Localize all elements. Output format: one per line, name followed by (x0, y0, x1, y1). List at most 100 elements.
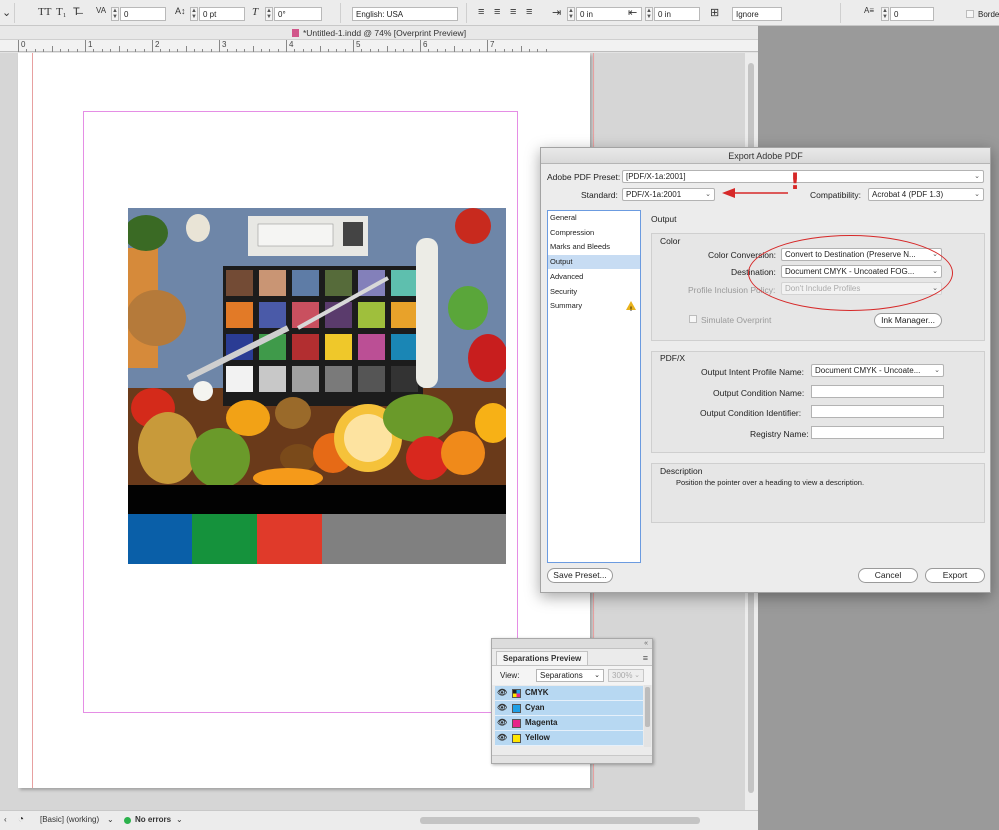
output-condition-name-label: Output Condition Name: (713, 388, 805, 398)
ruler-tick (286, 40, 287, 52)
eye-icon[interactable]: 👁 (497, 731, 507, 745)
chevron-down-icon[interactable]: ⌄ (107, 811, 114, 829)
nav-item-security[interactable]: Security (548, 285, 640, 299)
separator (840, 3, 841, 23)
output-condition-identifier-label: Output Condition Identifier: (700, 408, 802, 418)
save-preset-button[interactable]: Save Preset... (547, 568, 613, 583)
ruler-minor-tick (244, 49, 246, 52)
preset-select[interactable]: [PDF/X-1a:2001] ⌄ (622, 170, 984, 183)
all-caps-icon[interactable]: TT (38, 6, 51, 18)
subscript-icon[interactable]: T₁ (56, 6, 67, 18)
skew-stepper[interactable]: ▲ ▼ (265, 7, 273, 21)
align-left-icon[interactable]: ≡ (478, 6, 484, 18)
output-intent-select[interactable]: Document CMYK - Uncoate... ⌄ (811, 364, 944, 377)
document-tab[interactable]: *Untitled-1.indd @ 74% [Overprint Previe… (0, 26, 758, 40)
panel-collapse-bar[interactable]: « (492, 639, 652, 649)
dropdown-chevron-icon[interactable]: ⌄ (2, 6, 11, 19)
right-indent-input[interactable]: 0 in (654, 7, 700, 21)
standard-select[interactable]: PDF/X-1a:2001 ⌄ (622, 188, 715, 201)
ruler-minor-tick (361, 49, 363, 52)
annotation-ellipse (748, 235, 953, 311)
separator (340, 3, 341, 23)
page-nav-arrow-icon[interactable]: ‹ (4, 811, 7, 829)
hyphenation-select[interactable]: Ignore (732, 7, 782, 21)
left-indent-stepper[interactable]: ▲ ▼ (567, 7, 575, 21)
separator (14, 3, 15, 23)
skew-icon: T (252, 6, 259, 18)
eye-icon[interactable]: 👁 (497, 701, 507, 715)
chevron-down-icon: ⌄ (594, 672, 600, 679)
left-indent-icon: ⇥ (552, 7, 562, 19)
nav-item-label: Output (550, 257, 573, 267)
separation-item-yellow[interactable]: 👁 Yellow (495, 731, 643, 746)
ruler-minor-tick (269, 49, 271, 52)
columns-input[interactable]: 0 (890, 7, 934, 21)
ruler-minor-tick (528, 49, 530, 52)
separation-item-cyan[interactable]: 👁 Cyan (495, 701, 643, 716)
align-center-icon[interactable]: ≡ (494, 6, 500, 18)
ruler-minor-tick (378, 49, 380, 52)
border-label: Border (978, 10, 999, 19)
ruler-minor-tick (76, 49, 78, 52)
output-condition-identifier-input[interactable] (811, 405, 944, 418)
ruler-minor-tick (101, 49, 103, 52)
ruler-minor-tick (319, 46, 321, 52)
ruler-minor-tick (68, 49, 70, 52)
eye-icon[interactable]: 👁 (497, 716, 507, 730)
registry-name-input[interactable] (811, 426, 944, 439)
panel-tab-separations-preview[interactable]: Separations Preview (496, 651, 589, 665)
ruler-tick (152, 40, 153, 52)
separation-item-cmyk[interactable]: 👁 CMYK (495, 686, 643, 701)
skew-input[interactable]: 0° (274, 7, 322, 21)
right-indent-icon: ⇤ (628, 7, 638, 19)
control-bar: ⌄ TT T₁ T̶ VA ▲ ▼ 0 A↕ ▲ ▼ 0 pt T ▲ ▼ 0° En… (0, 0, 999, 26)
nav-item-marks-and-bleeds[interactable]: Marks and Bleeds (548, 240, 640, 254)
ruler-label: 2 (155, 40, 160, 49)
simulate-overprint-checkbox[interactable] (689, 315, 697, 323)
nav-item-general[interactable]: General (548, 211, 640, 225)
preflight-profile[interactable]: [Basic] (working) (40, 811, 99, 829)
separation-item-magenta[interactable]: 👁 Magenta (495, 716, 643, 731)
right-indent-stepper[interactable]: ▲ ▼ (645, 7, 653, 21)
export-button[interactable]: Export (925, 568, 985, 583)
chevron-down-icon[interactable]: ⌄ (176, 811, 183, 829)
view-select[interactable]: Separations ⌄ (536, 669, 604, 682)
ink-manager-button[interactable]: Ink Manager... (874, 313, 942, 328)
collapse-icon[interactable]: « (644, 640, 648, 647)
ruler-label: 5 (356, 40, 361, 49)
panel-menu-icon[interactable]: ≡ (643, 653, 648, 663)
nav-item-output[interactable]: Output (548, 255, 640, 270)
placed-image-frame[interactable] (128, 208, 506, 564)
nav-item-compression[interactable]: Compression (548, 226, 640, 240)
ruler-minor-tick (503, 49, 505, 52)
border-checkbox[interactable] (966, 10, 974, 18)
language-select[interactable]: English: USA (352, 7, 458, 21)
separation-name: Magenta (525, 718, 558, 727)
eye-icon[interactable]: 👁 (497, 686, 507, 700)
justify-icon[interactable]: ≡ (526, 6, 532, 18)
strikethrough-icon[interactable]: T̶ (73, 6, 80, 18)
align-right-icon[interactable]: ≡ (510, 6, 516, 18)
ruler-minor-tick (478, 49, 480, 52)
baseline-shift-stepper[interactable]: ▲ ▼ (190, 7, 198, 21)
columns-stepper[interactable]: ▲ ▼ (881, 7, 889, 21)
tracking-input[interactable]: 0 (120, 7, 166, 21)
cancel-button[interactable]: Cancel (858, 568, 918, 583)
baseline-shift-input[interactable]: 0 pt (199, 7, 245, 21)
nav-item-advanced[interactable]: Advanced (548, 270, 640, 284)
ruler-minor-tick (193, 49, 195, 52)
horizontal-scrollbar[interactable] (420, 817, 700, 824)
scroll-thumb[interactable] (645, 687, 650, 727)
output-condition-name-input[interactable] (811, 385, 944, 398)
panel-resize-bar[interactable] (492, 755, 652, 763)
zoom-select[interactable]: 300% ⌄ (608, 669, 644, 682)
export-pdf-dialog: Export Adobe PDF Adobe PDF Preset: [PDF/… (540, 147, 991, 593)
ruler-tick (487, 40, 488, 52)
ruler-minor-tick (327, 49, 329, 52)
compatibility-label: Compatibility: (810, 190, 862, 200)
tracking-stepper[interactable]: ▲ ▼ (111, 7, 119, 21)
panel-scrollbar[interactable] (644, 685, 651, 747)
ruler-minor-tick (453, 46, 455, 52)
compatibility-select[interactable]: Acrobat 4 (PDF 1.3) ⌄ (868, 188, 984, 201)
nav-item-summary[interactable]: Summary! (548, 299, 640, 313)
